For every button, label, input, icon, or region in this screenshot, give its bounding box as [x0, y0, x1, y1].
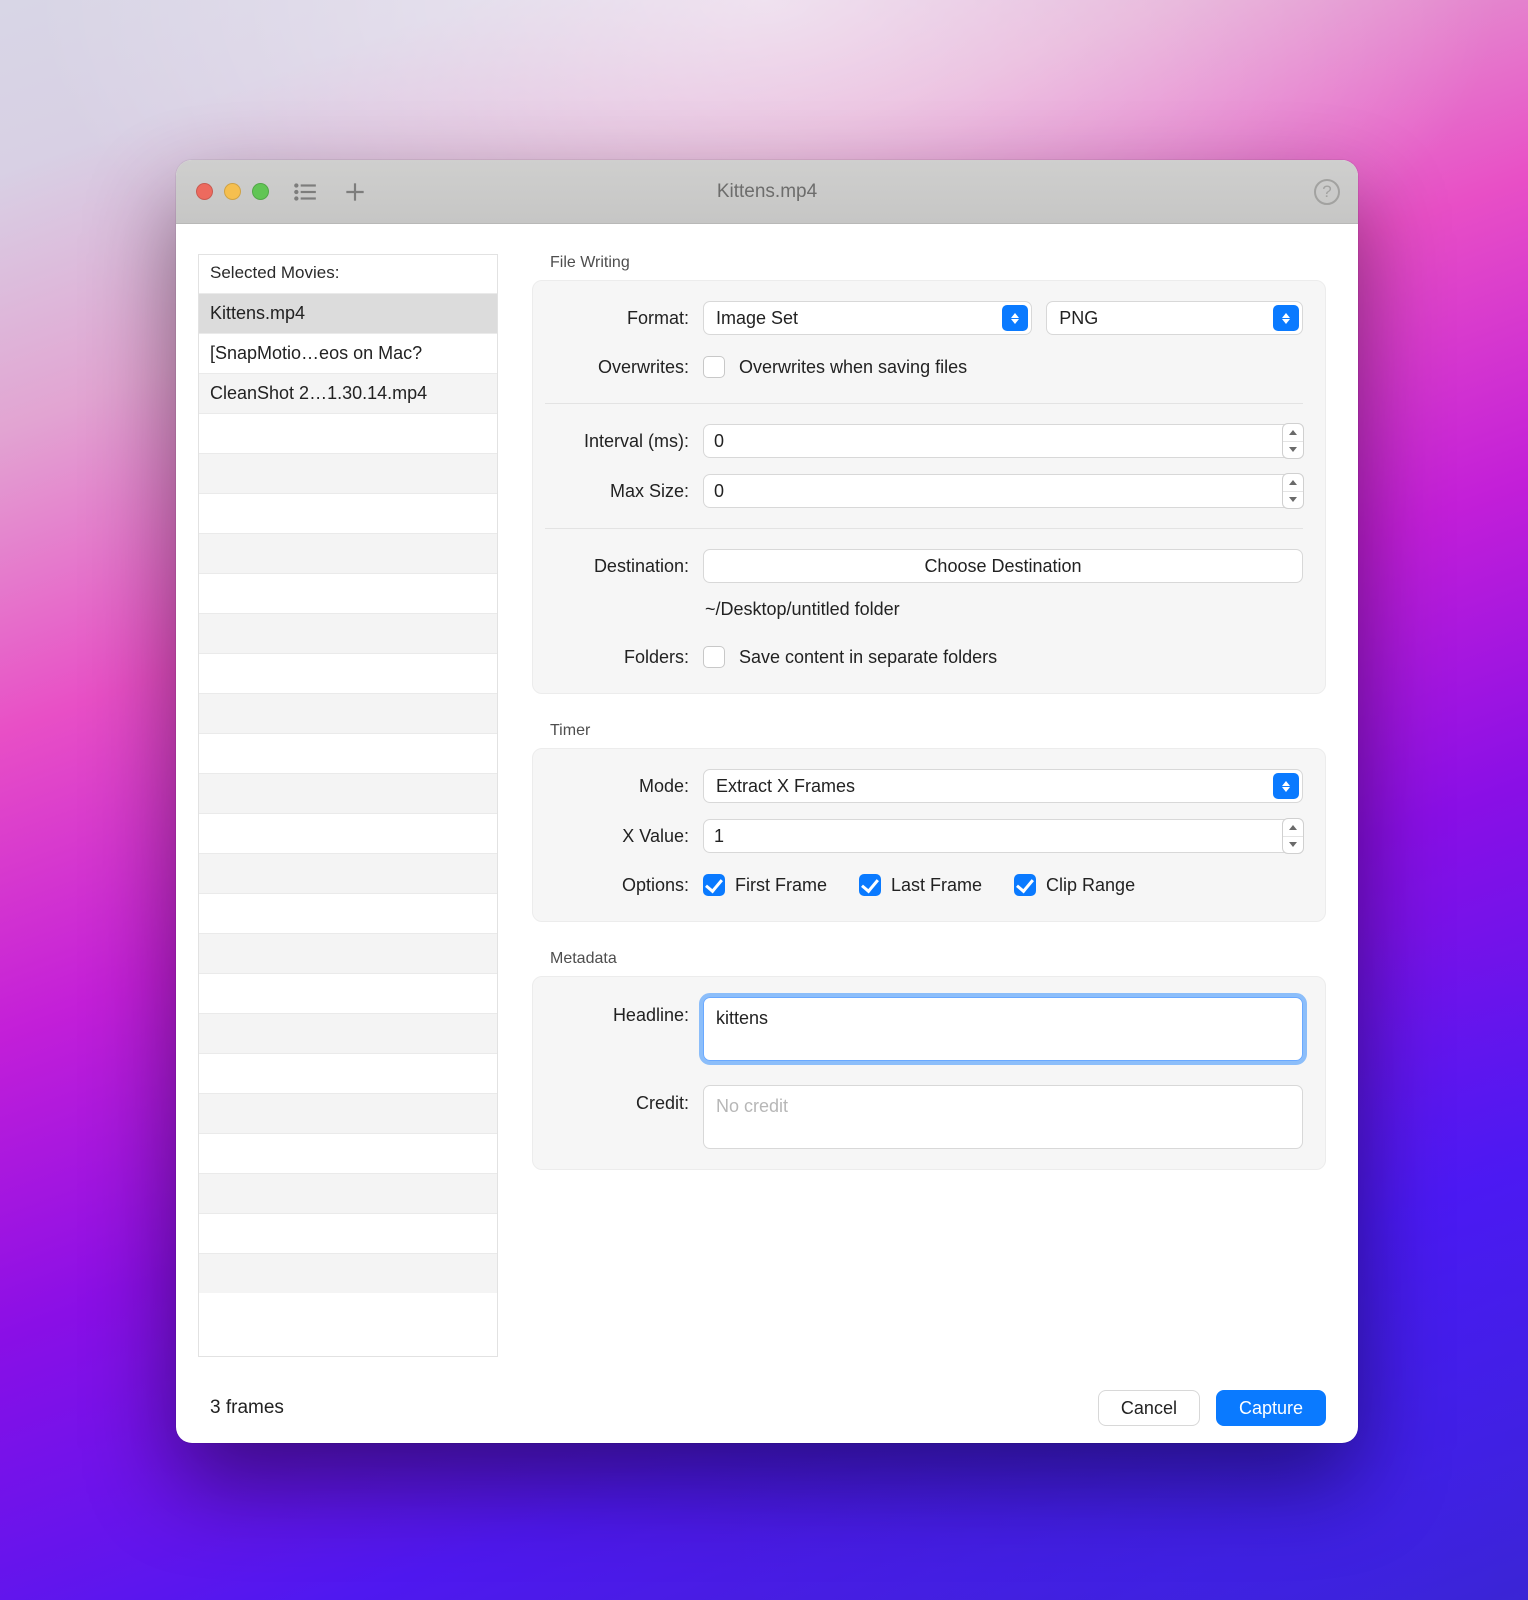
- movie-list-empty: [199, 493, 497, 533]
- zoom-window-button[interactable]: [252, 183, 269, 200]
- folders-label: Folders:: [545, 647, 703, 668]
- add-icon[interactable]: [341, 178, 369, 206]
- capture-button[interactable]: Capture: [1216, 1390, 1326, 1426]
- clip-range-checkbox[interactable]: [1014, 874, 1036, 896]
- app-window: Kittens.mp4 ? Selected Movies: Kittens.m…: [176, 160, 1358, 1443]
- credit-label: Credit:: [545, 1085, 703, 1114]
- folders-text: Save content in separate folders: [739, 647, 997, 668]
- movie-list-empty: [199, 1133, 497, 1173]
- movie-list-empty: [199, 773, 497, 813]
- last-frame-label: Last Frame: [891, 875, 982, 896]
- section-title-metadata: Metadata: [550, 950, 1326, 968]
- movie-list-item[interactable]: [SnapMotio…eos on Mac?: [199, 333, 497, 373]
- minimize-window-button[interactable]: [224, 183, 241, 200]
- overwrite-label: Overwrites:: [545, 357, 703, 378]
- format-label: Format:: [545, 308, 703, 329]
- mode-select[interactable]: Extract X Frames: [703, 769, 1303, 803]
- movies-sidebar: Selected Movies: Kittens.mp4 [SnapMotio……: [198, 254, 498, 1357]
- xvalue-stepper[interactable]: 1: [703, 819, 1303, 853]
- folders-checkbox[interactable]: [703, 646, 725, 668]
- headline-field[interactable]: kittens: [703, 997, 1303, 1061]
- xvalue-label: X Value:: [545, 826, 703, 847]
- movie-list-empty: [199, 1093, 497, 1133]
- first-frame-checkbox[interactable]: [703, 874, 725, 896]
- movie-list-item[interactable]: Kittens.mp4: [199, 293, 497, 333]
- movie-list-empty: [199, 1253, 497, 1293]
- format-value: Image Set: [716, 308, 798, 329]
- headline-value: kittens: [716, 1008, 768, 1028]
- movie-list-empty: [199, 573, 497, 613]
- credit-placeholder: No credit: [716, 1096, 788, 1116]
- movie-list-empty: [199, 653, 497, 693]
- movie-list-empty: [199, 973, 497, 1013]
- interval-value: 0: [714, 431, 724, 452]
- destination-label: Destination:: [545, 556, 703, 577]
- movie-list-empty: [199, 893, 497, 933]
- chevron-updown-icon: [1273, 773, 1299, 799]
- movie-list-empty: [199, 1213, 497, 1253]
- timer-panel: Mode: Extract X Frames X Value: 1: [532, 748, 1326, 922]
- movie-list-empty: [199, 693, 497, 733]
- window-controls: [196, 183, 269, 200]
- stepper-buttons[interactable]: [1282, 473, 1304, 509]
- movie-list-empty: [199, 813, 497, 853]
- movie-list-empty: [199, 1053, 497, 1093]
- footer: 3 frames Cancel Capture: [176, 1373, 1358, 1443]
- interval-label: Interval (ms):: [545, 431, 703, 452]
- movie-list-empty: [199, 413, 497, 453]
- list-icon[interactable]: [291, 178, 319, 206]
- clip-range-label: Clip Range: [1046, 875, 1135, 896]
- mode-value: Extract X Frames: [716, 776, 855, 797]
- section-title-file-writing: File Writing: [550, 254, 1326, 272]
- movie-list-empty: [199, 453, 497, 493]
- format-ext-select[interactable]: PNG: [1046, 301, 1303, 335]
- help-icon[interactable]: ?: [1314, 179, 1340, 205]
- file-writing-panel: Format: Image Set PNG Overwrites:: [532, 280, 1326, 694]
- titlebar: Kittens.mp4 ?: [176, 160, 1358, 224]
- maxsize-value: 0: [714, 481, 724, 502]
- chevron-updown-icon: [1273, 305, 1299, 331]
- close-window-button[interactable]: [196, 183, 213, 200]
- movie-list-empty: [199, 613, 497, 653]
- format-ext-value: PNG: [1059, 308, 1098, 329]
- maxsize-label: Max Size:: [545, 481, 703, 502]
- movie-list-item[interactable]: CleanShot 2…1.30.14.mp4: [199, 373, 497, 413]
- xvalue-value: 1: [714, 826, 724, 847]
- mode-label: Mode:: [545, 776, 703, 797]
- last-frame-checkbox[interactable]: [859, 874, 881, 896]
- format-select[interactable]: Image Set: [703, 301, 1032, 335]
- movie-list-empty: [199, 1173, 497, 1213]
- headline-label: Headline:: [545, 997, 703, 1026]
- movie-list-empty: [199, 533, 497, 573]
- stepper-buttons[interactable]: [1282, 818, 1304, 854]
- stepper-buttons[interactable]: [1282, 423, 1304, 459]
- overwrite-checkbox[interactable]: [703, 356, 725, 378]
- movie-list-empty: [199, 1013, 497, 1053]
- movie-list-empty: [199, 733, 497, 773]
- options-label: Options:: [545, 875, 703, 896]
- destination-path: ~/Desktop/untitled folder: [703, 599, 900, 620]
- choose-destination-button[interactable]: Choose Destination: [703, 549, 1303, 583]
- credit-field[interactable]: No credit: [703, 1085, 1303, 1149]
- maxsize-stepper[interactable]: 0: [703, 474, 1303, 508]
- first-frame-label: First Frame: [735, 875, 827, 896]
- frames-status: 3 frames: [210, 1397, 284, 1419]
- metadata-panel: Headline: kittens Credit: No credit: [532, 976, 1326, 1170]
- interval-stepper[interactable]: 0: [703, 424, 1303, 458]
- movie-list: Kittens.mp4 [SnapMotio…eos on Mac? Clean…: [199, 293, 497, 1356]
- movie-list-empty: [199, 853, 497, 893]
- sidebar-header: Selected Movies:: [199, 255, 497, 293]
- overwrite-text: Overwrites when saving files: [739, 357, 967, 378]
- movie-list-empty: [199, 933, 497, 973]
- cancel-button[interactable]: Cancel: [1098, 1390, 1200, 1426]
- section-title-timer: Timer: [550, 722, 1326, 740]
- chevron-updown-icon: [1002, 305, 1028, 331]
